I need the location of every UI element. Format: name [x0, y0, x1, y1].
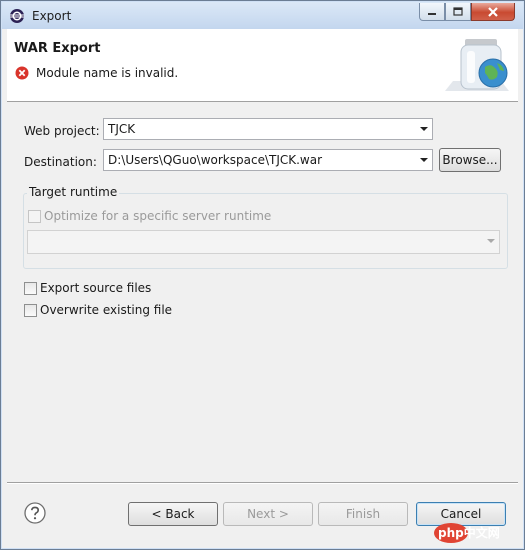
minimize-icon — [428, 12, 436, 15]
error-message: Module name is invalid. — [36, 66, 179, 80]
maximize-button[interactable] — [445, 3, 471, 21]
web-project-value: TJCK — [108, 122, 136, 136]
destination-value: D:\Users\QGuo\workspace\TJCK.war — [108, 153, 323, 167]
finish-button[interactable]: Finish — [318, 502, 408, 526]
destination-combo[interactable]: D:\Users\QGuo\workspace\TJCK.war — [103, 149, 433, 171]
dropdown-arrow-icon — [420, 158, 428, 162]
browse-button[interactable]: Browse... — [439, 148, 501, 172]
watermark-text: php中文网 — [438, 526, 500, 540]
optimize-runtime-label: Optimize for a specific server runtime — [44, 209, 272, 223]
war-export-graphic-icon — [445, 39, 509, 91]
next-button[interactable]: Next > — [223, 502, 313, 526]
error-icon — [15, 66, 29, 80]
page-title: WAR Export — [14, 41, 101, 56]
optimize-runtime-checkbox[interactable] — [28, 210, 41, 223]
eclipse-icon — [10, 9, 24, 23]
minimize-button[interactable] — [419, 3, 445, 21]
close-button[interactable] — [471, 3, 515, 21]
runtime-combo[interactable] — [27, 230, 500, 254]
target-runtime-group-label: Target runtime — [27, 185, 120, 199]
dropdown-arrow-icon — [420, 127, 428, 131]
title-bar[interactable]: Export — [2, 2, 523, 29]
maximize-icon — [453, 6, 463, 16]
window-title: Export — [32, 9, 72, 23]
export-source-checkbox[interactable] — [24, 282, 37, 295]
overwrite-checkbox[interactable] — [24, 304, 37, 317]
export-dialog: Export WAR Export Module name is invalid… — [0, 0, 525, 550]
destination-label: Destination: — [24, 155, 97, 169]
web-project-label: Web project: — [24, 124, 100, 138]
footer-separator — [7, 482, 518, 484]
help-icon[interactable] — [24, 502, 46, 524]
web-project-combo[interactable]: TJCK — [103, 118, 433, 140]
dropdown-arrow-icon — [487, 239, 495, 243]
close-icon — [488, 6, 498, 17]
back-button[interactable]: < Back — [128, 502, 218, 526]
overwrite-label: Overwrite existing file — [40, 303, 173, 317]
php-watermark: php中文网 — [433, 519, 523, 545]
export-source-label: Export source files — [40, 281, 152, 295]
wizard-header: WAR Export Module name is invalid. — [7, 29, 518, 102]
